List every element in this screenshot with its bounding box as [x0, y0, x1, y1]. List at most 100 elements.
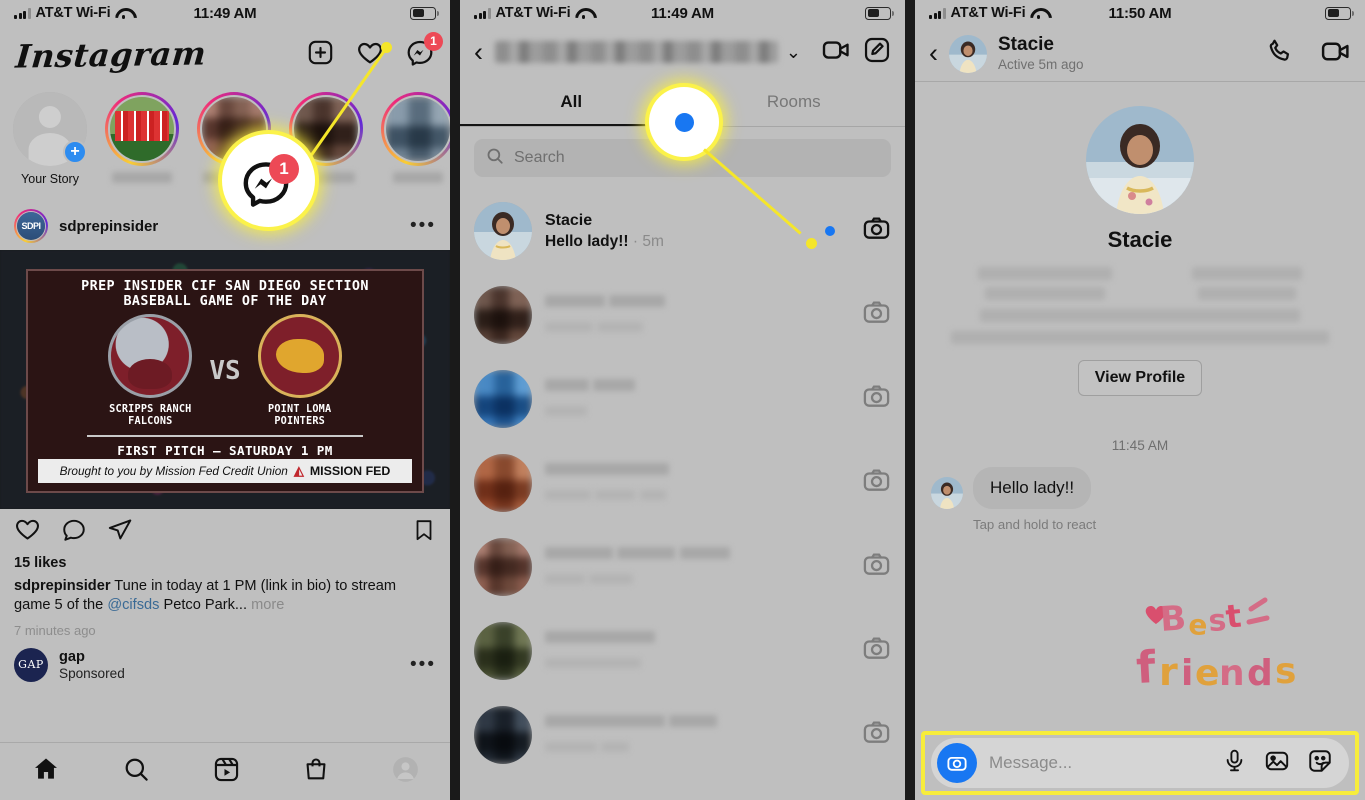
post-avatar-text: SDPI — [17, 212, 45, 240]
dm-account-name-blurred[interactable] — [495, 41, 778, 63]
post-image[interactable]: PREP INSIDER CIF SAN DIEGO SECTION BASEB… — [0, 250, 450, 509]
messenger-badge-count: 1 — [424, 31, 443, 51]
camera-icon[interactable] — [862, 634, 891, 668]
panel-divider — [450, 0, 460, 800]
scripps-ranch-logo-icon — [108, 314, 193, 398]
list-item[interactable] — [460, 273, 905, 357]
list-item[interactable] — [460, 441, 905, 525]
profile-avatar[interactable] — [1086, 106, 1194, 214]
svg-text:B: B — [1159, 598, 1188, 640]
avatar[interactable] — [474, 538, 532, 596]
search-icon[interactable] — [123, 756, 150, 788]
post-timestamp: 7 minutes ago — [14, 622, 96, 638]
view-profile-button[interactable]: View Profile — [1077, 360, 1203, 396]
mission-fed-logo-icon: ◭ — [293, 463, 304, 478]
best-friends-sticker: B e s t f r i e n d s — [1133, 595, 1343, 695]
avatar[interactable] — [474, 370, 532, 428]
reels-icon[interactable] — [213, 756, 240, 788]
avatar[interactable] — [474, 706, 532, 764]
activity-heart-icon[interactable] — [356, 39, 384, 72]
post-more-button[interactable]: ••• — [410, 216, 436, 235]
message-bubble[interactable]: Hello lady!! — [973, 467, 1092, 509]
flyer-sponsor-bar: Brought to you by Mission Fed Credit Uni… — [38, 459, 412, 483]
home-icon[interactable] — [32, 755, 60, 788]
camera-icon[interactable] — [862, 298, 891, 332]
camera-icon[interactable] — [862, 550, 891, 584]
caption-more-button[interactable]: more — [247, 597, 284, 613]
sponsored-name[interactable]: gap — [59, 649, 125, 666]
bookmark-icon[interactable] — [412, 518, 436, 547]
camera-icon[interactable] — [862, 466, 891, 500]
photo-library-icon[interactable] — [1264, 748, 1290, 779]
sponsored-post-header: GAP gap Sponsored ••• — [0, 638, 450, 682]
story-item[interactable] — [102, 88, 182, 186]
flyer-sponsor-brand: MISSION FED — [309, 464, 391, 478]
game-flyer: PREP INSIDER CIF SAN DIEGO SECTION BASEB… — [26, 269, 424, 493]
camera-icon[interactable] — [862, 718, 891, 752]
back-icon[interactable]: ‹ — [474, 38, 483, 66]
tab-rooms[interactable]: Rooms — [683, 92, 906, 112]
add-post-icon[interactable] — [307, 39, 334, 71]
avatar[interactable] — [474, 454, 532, 512]
chevron-down-icon[interactable]: ⌄ — [786, 42, 801, 63]
sticker-icon[interactable] — [1307, 748, 1333, 779]
add-story-plus-icon[interactable]: + — [63, 140, 87, 164]
flyer-team-right-line2: POINTERS — [274, 415, 325, 427]
tab-all[interactable]: All — [460, 92, 683, 112]
svg-text:t: t — [1224, 597, 1243, 636]
dm-tabs-divider — [460, 126, 905, 127]
compose-message-icon[interactable] — [863, 36, 891, 69]
avatar[interactable] — [474, 622, 532, 680]
sponsored-avatar[interactable]: GAP — [14, 647, 48, 682]
story-item[interactable] — [286, 88, 366, 186]
list-item[interactable] — [460, 609, 905, 693]
post-likes-count[interactable]: 15 likes — [0, 555, 450, 571]
messenger-icon[interactable]: 1 — [406, 31, 443, 72]
status-time: 11:50 AM — [1108, 4, 1172, 22]
list-item[interactable] — [460, 357, 905, 441]
preview-text: Hello lady!! — [545, 232, 629, 250]
sponsored-label: Sponsored — [59, 665, 125, 681]
caption-tail: Petco Park... — [159, 597, 248, 614]
list-item-text: Stacie Hello lady!! · 5m — [545, 212, 812, 251]
sponsored-more-button[interactable]: ••• — [410, 655, 436, 674]
message-input-placeholder[interactable]: Message... — [989, 753, 1210, 773]
back-icon[interactable]: ‹ — [929, 40, 938, 67]
like-icon[interactable] — [14, 516, 41, 548]
caption-username[interactable]: sdprepinsider — [14, 578, 111, 594]
camera-icon[interactable] — [862, 214, 891, 248]
video-call-icon[interactable] — [821, 35, 851, 70]
story-item[interactable] — [194, 88, 274, 186]
list-item[interactable] — [460, 693, 905, 777]
caption-mention[interactable]: @cifsds — [107, 597, 159, 613]
chat-contact-name[interactable]: Stacie — [998, 34, 1084, 56]
microphone-icon[interactable] — [1222, 748, 1247, 778]
avatar[interactable] — [474, 286, 532, 344]
post-author-avatar[interactable]: SDPI — [14, 209, 48, 243]
flyer-team-left-line2: FALCONS — [128, 415, 173, 427]
flyer-sponsor-text: Brought to you by Mission Fed Credit Uni… — [59, 464, 288, 478]
profile-avatar-icon[interactable] — [392, 756, 419, 788]
status-time: 11:49 AM — [193, 4, 257, 22]
flyer-title-line1: PREP INSIDER CIF SAN DIEGO SECTION — [81, 279, 369, 294]
camera-icon[interactable] — [862, 382, 891, 416]
avatar[interactable] — [949, 34, 987, 73]
video-call-icon[interactable] — [1320, 36, 1351, 72]
story-item[interactable] — [378, 88, 450, 186]
status-bar: AT&T Wi-Fi 11:50 AM — [915, 0, 1365, 26]
list-item[interactable]: Stacie Hello lady!! · 5m — [460, 189, 905, 273]
phone-call-icon[interactable] — [1266, 37, 1294, 70]
flyer-team-right-line1: POINT LOMA — [267, 404, 332, 415]
shop-icon[interactable] — [303, 756, 329, 787]
share-icon[interactable] — [107, 517, 133, 548]
camera-icon[interactable] — [937, 743, 977, 783]
message-avatar[interactable] — [931, 477, 963, 509]
search-placeholder: Search — [514, 149, 565, 166]
post-author-username[interactable]: sdprepinsider — [59, 218, 158, 235]
list-item[interactable] — [460, 525, 905, 609]
message-input-container[interactable]: Message... — [931, 738, 1349, 788]
story-your-story[interactable]: + Your Story — [10, 88, 90, 186]
comment-icon[interactable] — [61, 517, 87, 548]
search-input[interactable]: Search — [474, 139, 891, 177]
avatar[interactable] — [474, 202, 532, 260]
